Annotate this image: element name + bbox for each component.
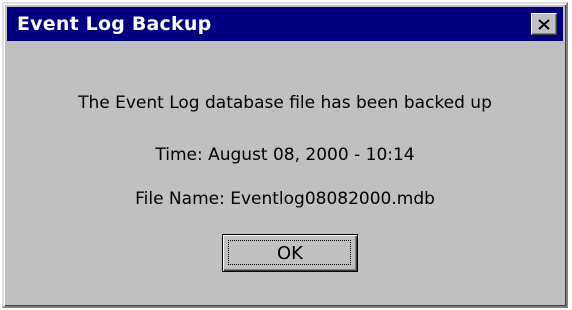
dialog-title: Event Log Backup [17, 13, 212, 35]
event-log-backup-dialog: Event Log Backup The Event Log database … [2, 2, 568, 308]
backup-message: The Event Log database file has been bac… [78, 93, 492, 113]
close-icon [538, 18, 550, 30]
ok-button-label: OK [277, 242, 303, 264]
title-bar[interactable]: Event Log Backup [7, 7, 563, 41]
backup-file-name: File Name: Eventlog08082000.mdb [135, 189, 435, 209]
close-button[interactable] [531, 13, 557, 35]
backup-time: Time: August 08, 2000 - 10:14 [155, 145, 415, 165]
dialog-content: The Event Log database file has been bac… [7, 41, 563, 303]
ok-button[interactable]: OK [222, 234, 358, 272]
